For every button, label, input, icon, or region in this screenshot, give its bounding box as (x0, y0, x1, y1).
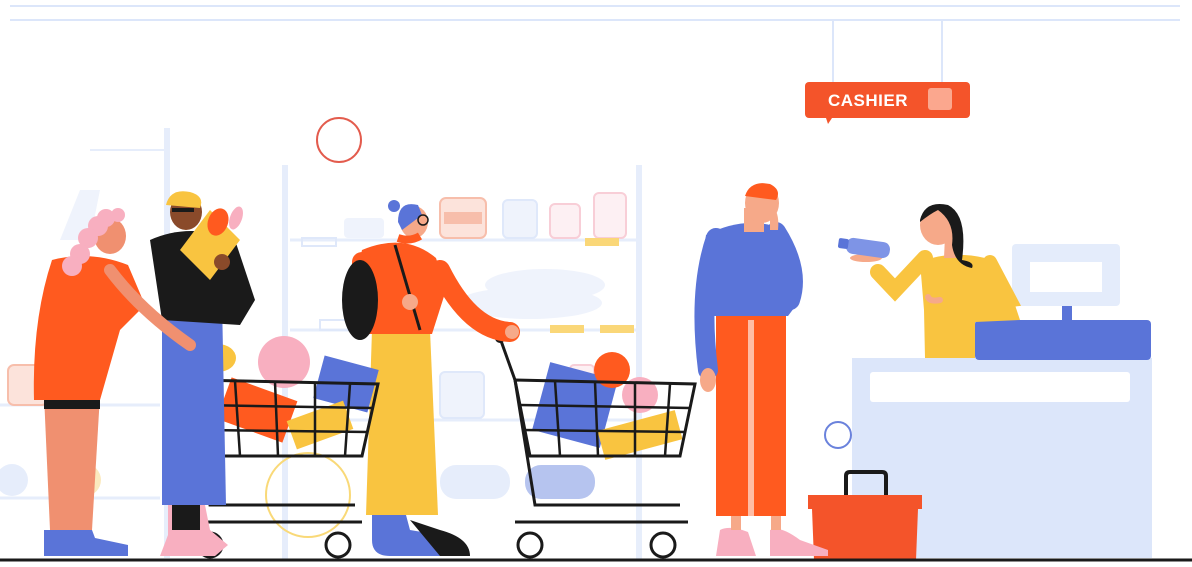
supermarket-scene: CASHIER (0, 0, 1192, 567)
right-shopping-cart (495, 333, 697, 559)
scene-illustration: CASHIER (0, 5, 1192, 562)
cashier-sign: CASHIER (805, 20, 970, 124)
ceiling (10, 5, 1180, 21)
man-with-bread (150, 191, 255, 556)
cashier-sign-label: CASHIER (828, 91, 908, 110)
